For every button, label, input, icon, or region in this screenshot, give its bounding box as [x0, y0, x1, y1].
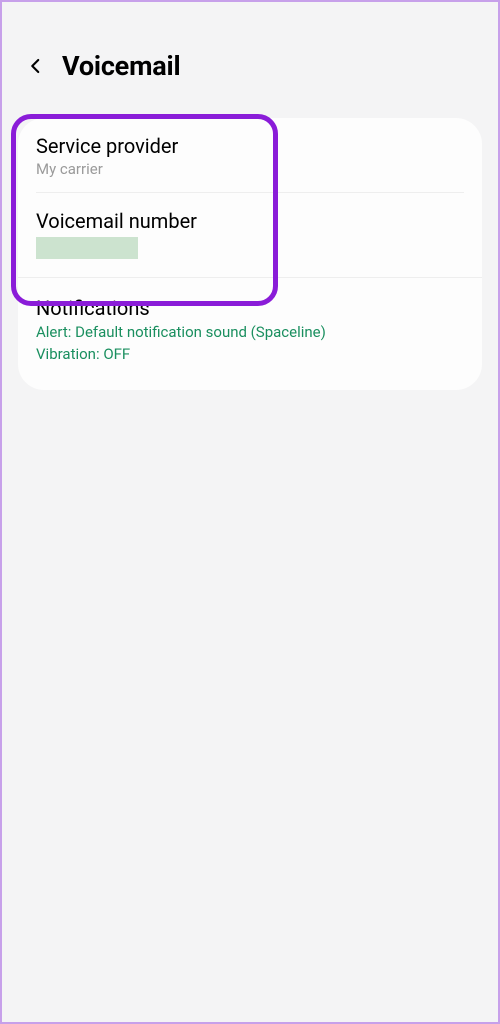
notifications-item[interactable]: Notifications Alert: Default notificatio…: [18, 278, 482, 390]
voicemail-number-label: Voicemail number: [36, 209, 464, 233]
back-icon[interactable]: [22, 52, 50, 80]
page-header: Voicemail: [2, 2, 498, 110]
page-title: Voicemail: [62, 50, 180, 82]
service-provider-value: My carrier: [36, 160, 464, 178]
notifications-alert: Alert: Default notification sound (Space…: [36, 322, 464, 344]
voicemail-number-item[interactable]: Voicemail number: [18, 193, 482, 277]
service-provider-label: Service provider: [36, 134, 464, 158]
notifications-vibration: Vibration: OFF: [36, 344, 464, 366]
voicemail-number-redacted: [36, 237, 138, 259]
settings-card: Service provider My carrier Voicemail nu…: [18, 118, 482, 390]
notifications-label: Notifications: [36, 296, 464, 320]
service-provider-item[interactable]: Service provider My carrier: [18, 118, 482, 192]
